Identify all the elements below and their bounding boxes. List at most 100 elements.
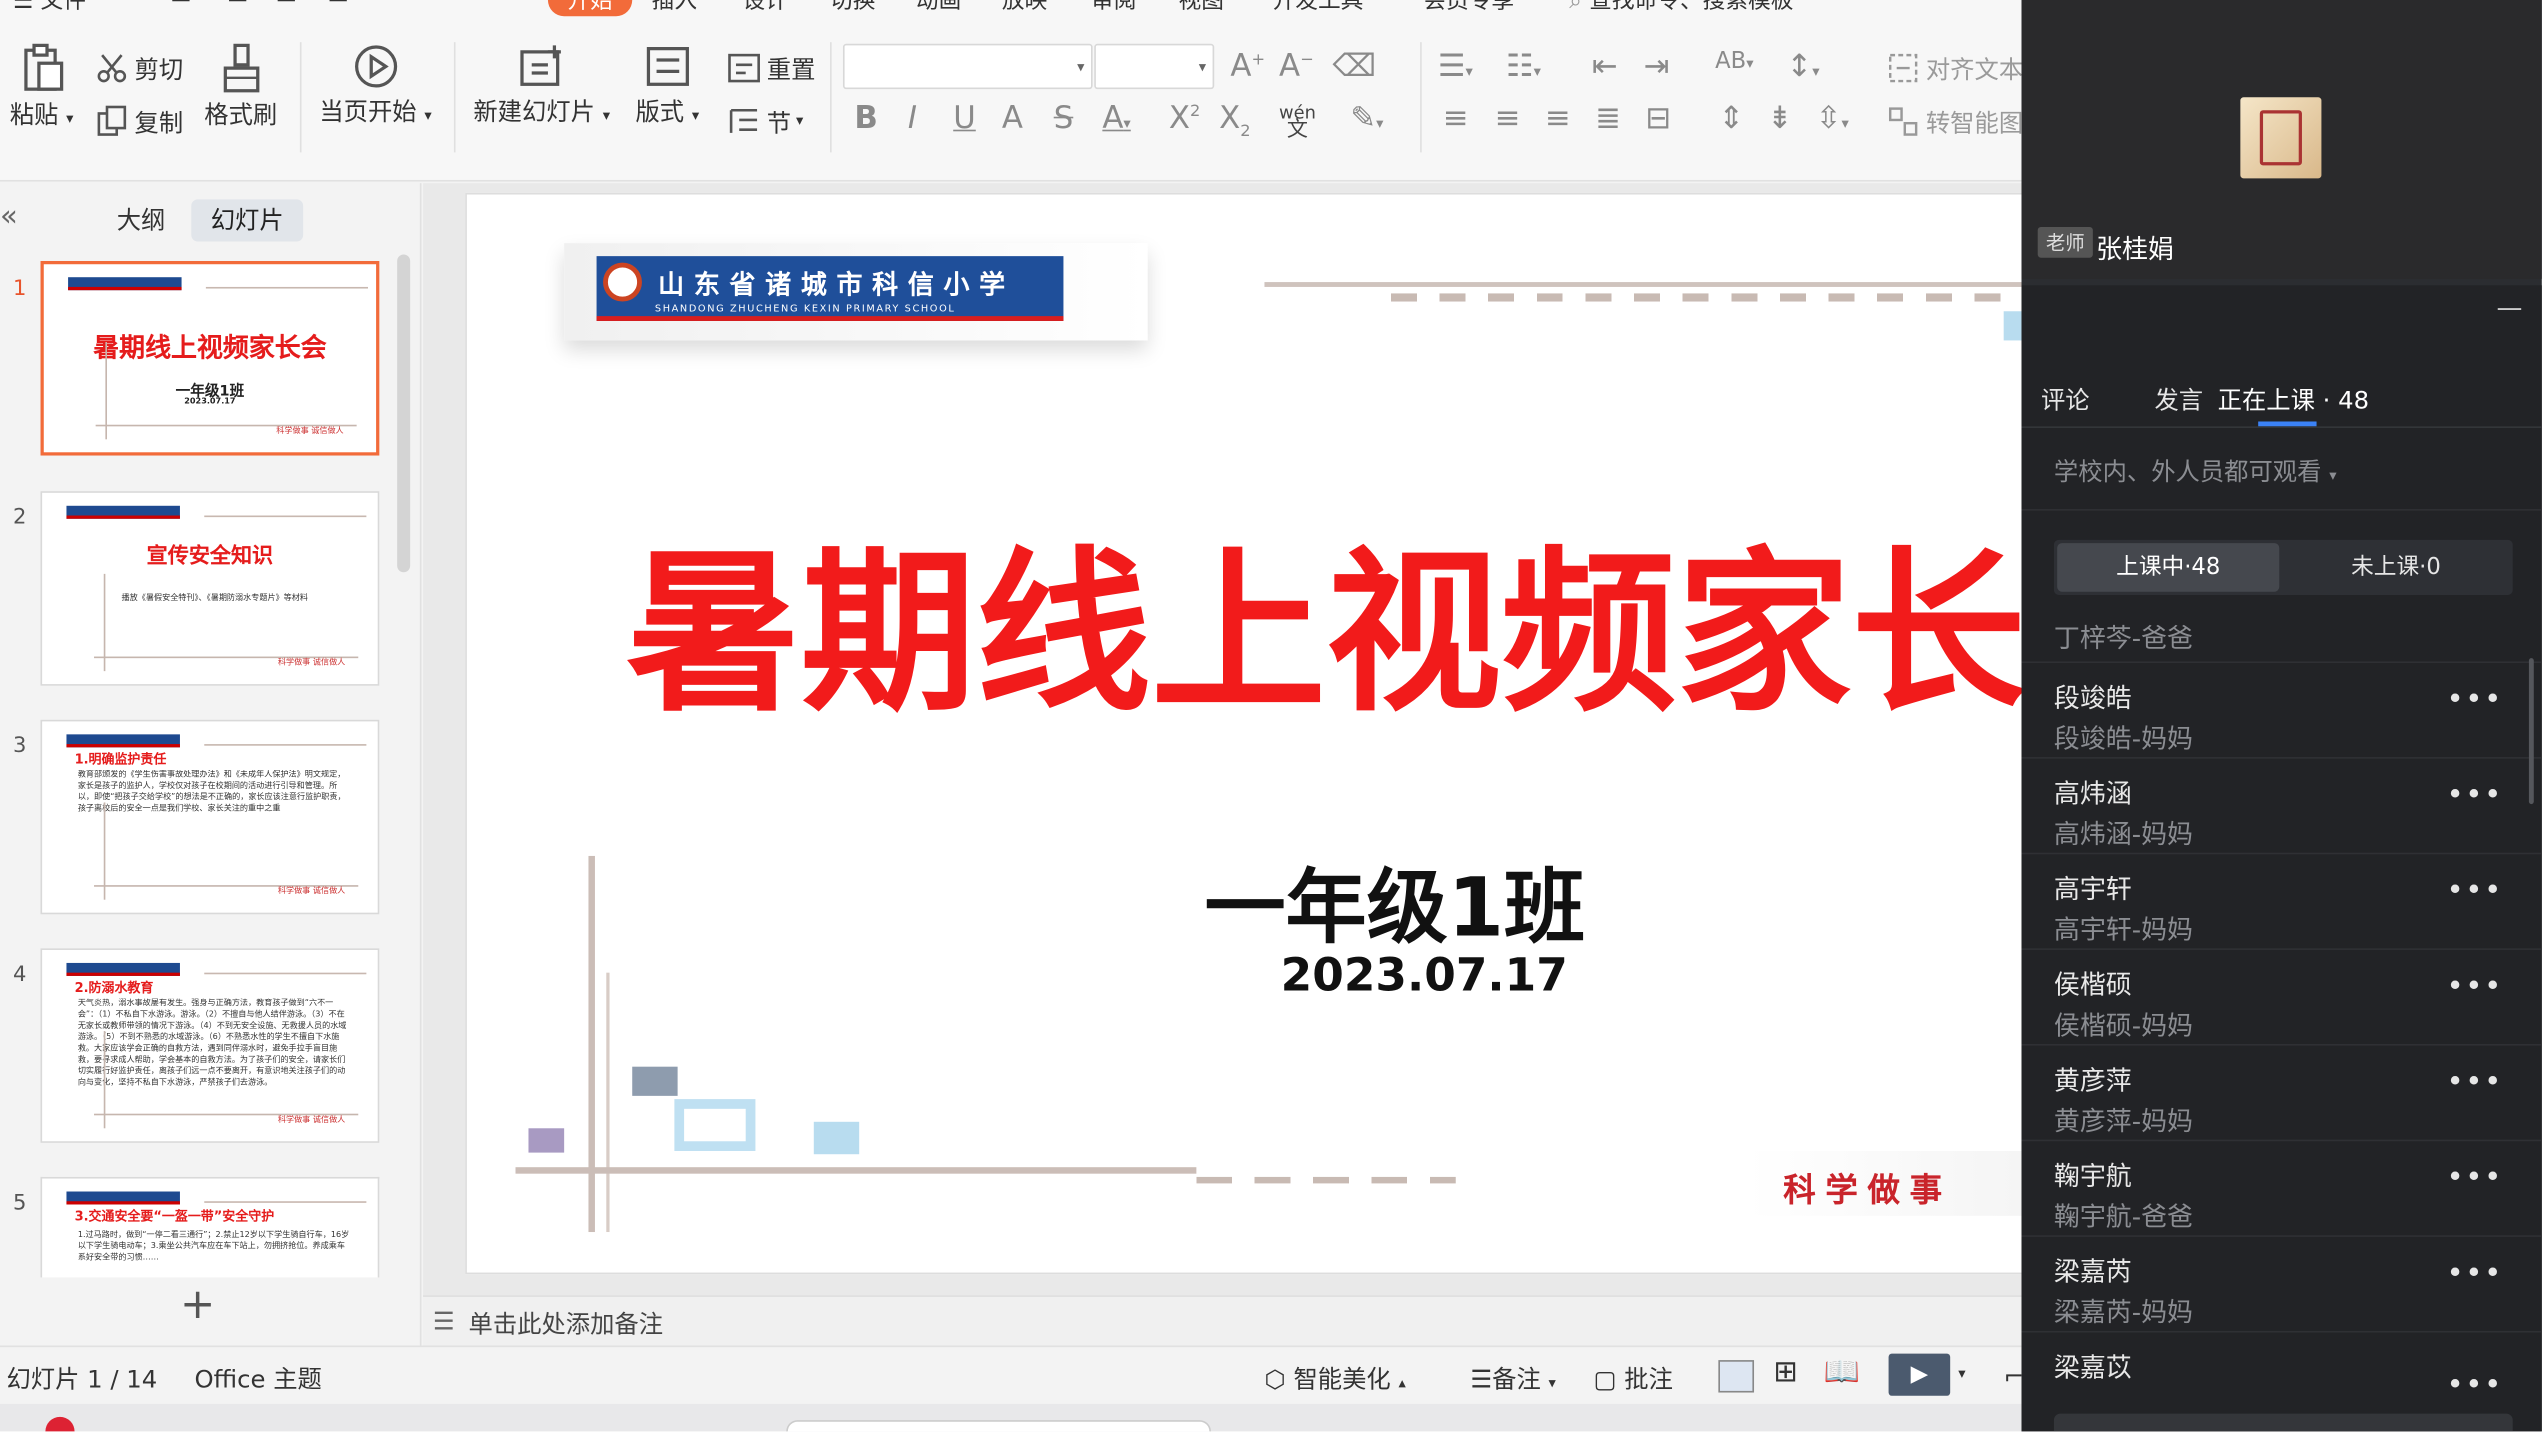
- distribute-icon[interactable]: ⊟: [1645, 101, 1671, 137]
- menu-file[interactable]: ☰ 文件: [13, 0, 86, 16]
- increase-font-icon[interactable]: A+: [1230, 49, 1265, 85]
- text-box-icon[interactable]: AB▾: [1715, 49, 1753, 75]
- tab-comments[interactable]: 评论: [2041, 383, 2090, 417]
- tab-slides[interactable]: 幻灯片: [191, 199, 304, 242]
- clear-format-icon[interactable]: ⌫: [1333, 49, 1377, 85]
- increase-indent-icon[interactable]: ⇥: [1644, 49, 1670, 85]
- taskbar-app-icon[interactable]: [45, 1416, 75, 1432]
- member-row[interactable]: 黄彦萍 黄彦萍-妈妈 •••: [2021, 1043, 2542, 1140]
- export-icon[interactable]: ▭: [227, 0, 248, 10]
- slide-canvas[interactable]: 山东省诸城市科信小学 SHANDONG ZHUCHENG KEXIN PRIMA…: [465, 192, 2054, 1275]
- font-family-select[interactable]: ▾: [842, 43, 1093, 90]
- tab-home[interactable]: 开始: [547, 0, 633, 17]
- align-text-button[interactable]: 对齐文本: [1885, 50, 2022, 86]
- superscript-icon[interactable]: X2: [1169, 101, 1200, 137]
- segment-in-class[interactable]: 上课中·48: [2057, 543, 2280, 592]
- play-slideshow-button[interactable]: ▶: [1888, 1353, 1951, 1396]
- tab-transitions[interactable]: 切换: [830, 0, 875, 16]
- line-spacing-icon[interactable]: ⇕: [1718, 101, 1744, 137]
- underline-icon[interactable]: U: [953, 101, 976, 137]
- chat-input[interactable]: [2053, 1413, 2513, 1432]
- more-options-icon[interactable]: •••: [2446, 682, 2503, 716]
- tab-developer[interactable]: 开发工具: [1273, 0, 1364, 16]
- theme-name[interactable]: Office 主题: [195, 1362, 322, 1396]
- slide-thumb-3[interactable]: 1.明确监护责任 教育部颁发的《学生伤害事故处理办法》和《未成年人保护法》明文规…: [40, 719, 380, 915]
- decrease-indent-icon[interactable]: ⇤: [1592, 49, 1618, 85]
- subscript-icon[interactable]: X2: [1219, 101, 1250, 141]
- taskbar-search[interactable]: [786, 1420, 1211, 1432]
- notes-toggle-button[interactable]: ☰备注 ▾: [1470, 1362, 1556, 1396]
- bold-icon[interactable]: B: [854, 101, 877, 137]
- para-spacing-icon[interactable]: ⇟: [1767, 101, 1793, 137]
- slide-thumb-2[interactable]: 宣传安全知识 播放《暑假安全特刊》、《暑期防溺水专题片》等材料 科学做事 诚信做…: [40, 491, 380, 686]
- phonetic-guide-icon[interactable]: wén 文: [1279, 104, 1316, 141]
- layout-button[interactable]: 版式 ▾: [635, 42, 699, 128]
- tab-view[interactable]: 视图: [1179, 0, 1224, 16]
- search-command[interactable]: ⌕ 查找命令、搜索模板: [1569, 0, 1793, 16]
- new-slide-button[interactable]: 新建幻灯片 ▾: [473, 42, 610, 128]
- bullets-icon[interactable]: ☰▾: [1438, 49, 1473, 85]
- tab-in-class[interactable]: 正在上课 · 48: [2218, 383, 2369, 417]
- align-left-icon[interactable]: ≡: [1443, 101, 1469, 137]
- slide-sorter-icon[interactable]: ⊞: [1773, 1355, 1797, 1389]
- tab-speak[interactable]: 发言: [2154, 383, 2203, 417]
- numbering-icon[interactable]: ☷▾: [1506, 49, 1541, 85]
- more-options-icon[interactable]: •••: [2446, 874, 2503, 908]
- font-size-select[interactable]: ▾: [1094, 43, 1215, 90]
- convert-smartart-button[interactable]: 转智能图: [1885, 104, 2022, 140]
- font-color-icon[interactable]: A▾: [1102, 101, 1130, 137]
- print-icon[interactable]: ▭: [276, 0, 297, 10]
- play-options-icon[interactable]: ▾: [1958, 1367, 1965, 1383]
- cut-button[interactable]: 剪切: [94, 50, 183, 86]
- highlight-icon[interactable]: ✎▾: [1350, 101, 1383, 137]
- minimize-icon[interactable]: —: [2496, 292, 2522, 323]
- text-direction-icon[interactable]: ↕▾: [1786, 49, 1819, 85]
- member-row[interactable]: 段竣皓 段竣皓-妈妈 •••: [2021, 661, 2542, 757]
- slide-thumb-4[interactable]: 2.防溺水教育 天气炎热，溺水事故屡有发生。强身与正确方法，教育孩子做到“六不一…: [40, 948, 380, 1143]
- italic-icon[interactable]: I: [908, 101, 917, 137]
- slide-thumb-1[interactable]: 暑期线上视频家长会 一年级1班 2023.07.17 科学做事 诚信做人: [40, 260, 380, 456]
- undo-icon[interactable]: ↶: [376, 0, 395, 10]
- spacing-options-icon[interactable]: ⇳▾: [1816, 101, 1849, 137]
- member-scrollbar[interactable]: [2528, 658, 2534, 805]
- save-icon[interactable]: ▭: [170, 0, 191, 10]
- member-row[interactable]: 梁嘉芮 梁嘉芮-妈妈 •••: [2021, 1235, 2542, 1331]
- member-row[interactable]: 侯楷硕 侯楷硕-妈妈 •••: [2021, 948, 2542, 1044]
- paste-button[interactable]: 粘贴 ▾: [10, 42, 73, 131]
- reading-view-icon[interactable]: 📖: [1824, 1355, 1860, 1389]
- tab-slideshow[interactable]: 放映: [1002, 0, 1047, 16]
- reset-button[interactable]: 重置: [726, 50, 815, 86]
- more-options-icon[interactable]: •••: [2446, 1065, 2503, 1099]
- tab-animations[interactable]: 动画: [916, 0, 961, 16]
- justify-icon[interactable]: ≣: [1595, 101, 1621, 137]
- align-right-icon[interactable]: ≡: [1545, 101, 1571, 137]
- member-row[interactable]: 高炜涵 高炜涵-妈妈 •••: [2021, 757, 2542, 853]
- text-shadow-icon[interactable]: A: [1002, 101, 1023, 137]
- tab-member[interactable]: 会员专享: [1423, 0, 1514, 16]
- format-painter-button[interactable]: 格式刷: [204, 42, 277, 131]
- align-center-icon[interactable]: ≡: [1495, 101, 1521, 137]
- more-options-icon[interactable]: •••: [2446, 1161, 2503, 1195]
- member-row[interactable]: 鞠宇航 鞠宇航-爸爸 •••: [2021, 1139, 2542, 1236]
- notes-area[interactable]: ☰ 单击此处添加备注: [423, 1295, 2022, 1346]
- comments-button[interactable]: ▢ 批注: [1594, 1362, 1673, 1396]
- beautify-button[interactable]: ⬡ 智能美化 ▴: [1264, 1362, 1405, 1396]
- member-row[interactable]: 高宇轩 高宇轩-妈妈 •••: [2021, 852, 2542, 949]
- preview-icon[interactable]: ▭: [327, 0, 348, 10]
- collapse-panel-icon[interactable]: «: [0, 199, 18, 233]
- normal-view-icon[interactable]: [1718, 1360, 1755, 1393]
- tab-design[interactable]: 设计: [742, 0, 787, 16]
- add-slide-button[interactable]: +: [180, 1281, 215, 1330]
- more-options-icon[interactable]: •••: [2446, 969, 2503, 1003]
- more-options-icon[interactable]: •••: [2446, 778, 2503, 812]
- strikethrough-icon[interactable]: S: [1054, 101, 1074, 137]
- tab-insert[interactable]: 插入: [652, 0, 697, 16]
- more-options-icon[interactable]: •••: [2446, 1368, 2503, 1402]
- more-options-icon[interactable]: •••: [2446, 1256, 2503, 1290]
- copy-button[interactable]: 复制: [94, 104, 183, 140]
- section-button[interactable]: 节 ▾: [726, 104, 803, 140]
- segment-not-in-class[interactable]: 未上课·0: [2283, 543, 2510, 592]
- thumb-scrollbar[interactable]: [397, 254, 411, 573]
- tab-outline[interactable]: 大纲: [97, 199, 185, 241]
- visibility-select[interactable]: 学校内、外人员都可观看 ▾: [2054, 454, 2337, 488]
